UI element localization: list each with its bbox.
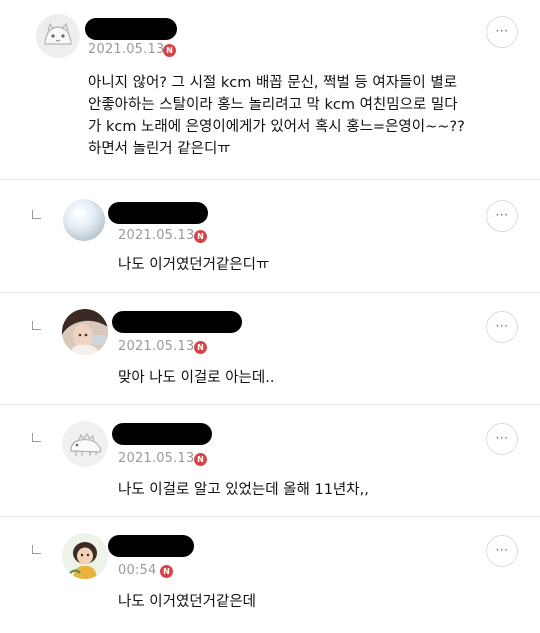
new-badge: N	[163, 44, 176, 57]
cat-avatar-icon[interactable]	[36, 14, 80, 58]
comment-date: 00:54	[118, 563, 157, 578]
reply-item: 2021.05.13 N ··· 나도 이걸로 알고 있었는데 올해 11년차,…	[0, 405, 540, 517]
username-redacted	[112, 423, 212, 445]
more-options-button[interactable]: ···	[486, 311, 518, 343]
reply-item: 00:54 N ··· 나도 이거였던거같은데	[0, 517, 540, 633]
new-badge: N	[194, 341, 207, 354]
comment-date: 2021.05.13	[118, 339, 195, 354]
comment-date: 2021.05.13	[118, 451, 195, 466]
comment-date: 2021.05.13	[118, 228, 195, 243]
reply-item: 2021.05.13 N ··· 나도 이거였던거같은디ㅠ	[0, 180, 540, 293]
new-badge: N	[194, 230, 207, 243]
reply-indicator-icon	[32, 545, 41, 554]
comment-text: 나도 이거였던거같은디ㅠ	[118, 257, 270, 273]
reply-indicator-icon	[32, 433, 41, 442]
dinosaur-avatar-icon[interactable]	[62, 421, 108, 467]
comment-text: 맞아 나도 이걸로 아는데..	[118, 370, 275, 386]
comment-date: 2021.05.13	[88, 42, 165, 57]
reply-indicator-icon	[32, 210, 41, 219]
comment-text: 아니지 않어? 그 시절 kcm 배꼽 문신, 쩍벌 등 여자들이 별로 안좋아…	[88, 75, 465, 157]
more-options-button[interactable]: ···	[486, 535, 518, 567]
username-redacted	[108, 535, 194, 557]
new-badge: N	[160, 565, 173, 578]
photo-avatar[interactable]	[62, 309, 108, 355]
username-redacted	[108, 202, 208, 224]
comment-text: 나도 이걸로 알고 있었는데 올해 11년차,,	[118, 482, 369, 498]
glass-orb-avatar[interactable]	[62, 198, 106, 242]
reply-indicator-icon	[32, 321, 41, 330]
more-options-button[interactable]: ···	[486, 16, 518, 48]
comment-item: 2021.05.13 N ··· 아니지 않어? 그 시절 kcm 배꼽 문신,…	[0, 0, 540, 180]
comment-text: 나도 이거였던거같은데	[118, 594, 257, 610]
new-badge: N	[194, 453, 207, 466]
cartoon-girl-avatar[interactable]	[62, 533, 108, 579]
reply-item: 2021.05.13 N ··· 맞아 나도 이걸로 아는데..	[0, 293, 540, 405]
username-redacted	[112, 311, 242, 333]
comment-thread: 2021.05.13 N ··· 아니지 않어? 그 시절 kcm 배꼽 문신,…	[0, 0, 540, 633]
more-options-button[interactable]: ···	[486, 423, 518, 455]
username-redacted	[85, 18, 177, 40]
more-options-button[interactable]: ···	[486, 200, 518, 232]
